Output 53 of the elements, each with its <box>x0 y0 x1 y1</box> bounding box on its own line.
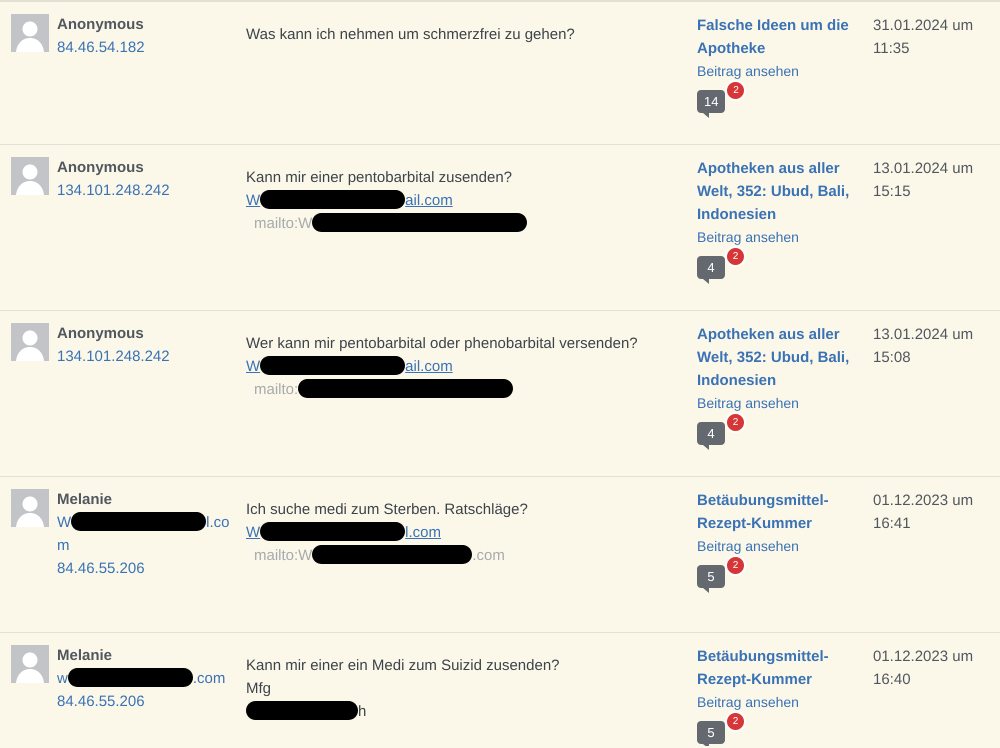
comment-text: Wer kann mir pentobarbital oder phenobarbital versenden? <box>246 335 638 352</box>
author-name: Melanie <box>57 646 114 666</box>
email-link[interactable]: .com <box>192 670 226 687</box>
ip-link[interactable]: 134.101.248.242 <box>57 179 232 202</box>
email-link[interactable]: W <box>246 524 260 541</box>
comment-text: Was kann ich nehmen um schmerzfrei zu gehen? <box>246 26 575 43</box>
email-link[interactable]: W <box>246 358 260 375</box>
pending-count-badge: 2 <box>725 412 746 432</box>
comment-count[interactable]: 5 <box>697 720 725 746</box>
avatar-icon <box>11 645 49 683</box>
pending-count-badge: 2 <box>725 710 746 732</box>
author-name: Anonymous <box>57 15 145 35</box>
ip-link[interactable]: 84.46.54.182 <box>57 36 232 59</box>
avatar-icon <box>11 489 49 527</box>
pending-count-badge: 2 <box>725 246 746 266</box>
avatar-icon <box>11 323 49 361</box>
mailto-text: mailto:W <box>254 547 312 564</box>
comment-date: 31.01.2024 um 11:35 <box>873 17 974 57</box>
comment-text: h <box>358 703 366 720</box>
post-title-link[interactable]: Betäubungsmittel-Rezept-Kummer <box>697 645 873 691</box>
pending-count-badge: 2 <box>725 554 746 576</box>
comment-text: Kann mir einer ein Medi zum Suizid zusenden? <box>246 657 560 674</box>
ip-link[interactable]: 84.46.55.206 <box>57 557 232 580</box>
ip-link[interactable]: 84.46.55.206 <box>57 690 232 713</box>
pending-count-badge: 2 <box>725 80 746 100</box>
comment-date: 01.12.2023 um 16:41 <box>873 492 974 532</box>
email-link[interactable]: w <box>57 670 68 687</box>
comment-text: Mfg <box>246 680 272 697</box>
author-name: Melanie <box>57 490 114 510</box>
author-name: Anonymous <box>57 158 145 178</box>
comment-text: Kann mir einer pentobarbital zusenden? <box>246 169 512 186</box>
post-title-link[interactable]: Apotheken aus aller Welt, 352: Ubud, Bali, Indonesien <box>697 157 873 226</box>
mailto-text: mailto:W <box>254 215 312 232</box>
email-link[interactable]: ail.com <box>405 358 453 375</box>
avatar-icon <box>11 14 49 52</box>
author-name: Anonymous <box>57 324 145 344</box>
mailto-text: .com <box>472 547 505 564</box>
email-link[interactable]: ail.com <box>405 192 453 209</box>
email-link[interactable]: W <box>246 192 260 209</box>
avatar-icon <box>11 157 49 195</box>
comment-text: Ich suche medi zum Sterben. Ratschläge? <box>246 501 528 518</box>
post-title-link[interactable]: Apotheken aus aller Welt, 352: Ubud, Bali, Indonesien <box>697 323 873 392</box>
email-link[interactable]: m <box>57 534 232 557</box>
post-title-link[interactable]: Betäubungsmittel-Rezept-Kummer <box>697 489 873 535</box>
comment-date: 13.01.2024 um 15:08 <box>873 326 974 366</box>
comment-date: 01.12.2023 um 16:40 <box>873 648 974 688</box>
email-link[interactable]: W <box>57 514 72 531</box>
post-title-link[interactable]: Falsche Ideen um die Apotheke <box>697 14 873 60</box>
mailto-text: mailto: <box>254 381 298 398</box>
email-link[interactable]: l.co <box>206 514 230 531</box>
email-link[interactable]: l.com <box>405 524 442 541</box>
ip-link[interactable]: 134.101.248.242 <box>57 345 232 368</box>
comment-date: 13.01.2024 um 15:15 <box>873 160 974 200</box>
